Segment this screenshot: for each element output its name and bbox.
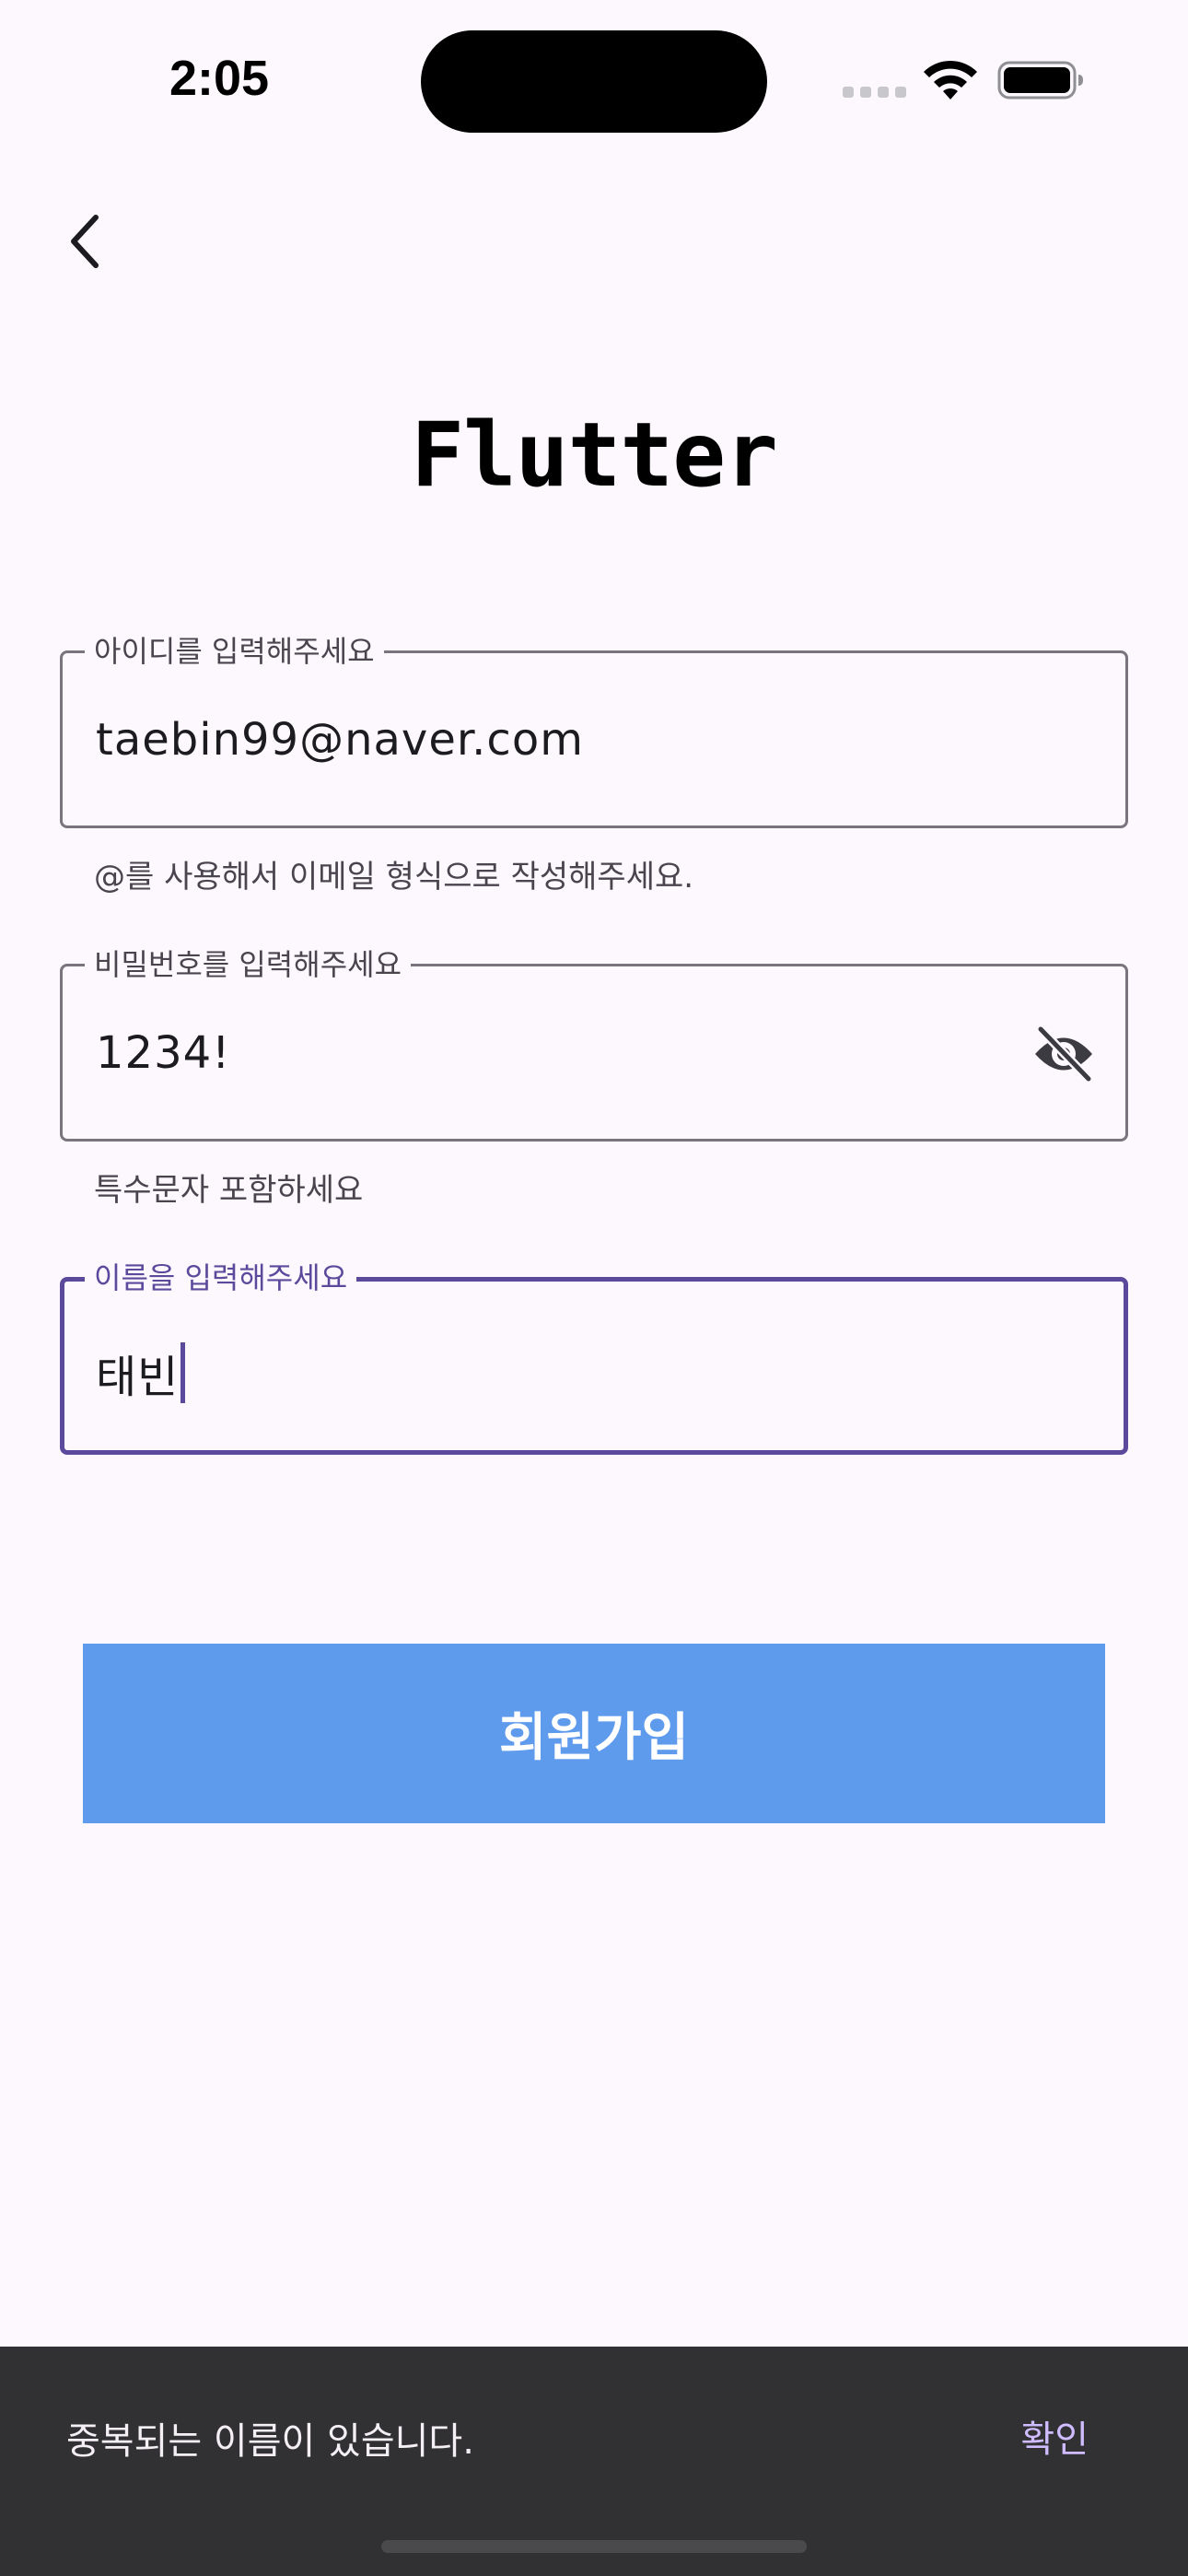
password-field-label: 비밀번호를 입력해주세요 — [85, 946, 412, 983]
name-field-value[interactable]: 태빈 — [96, 1341, 186, 1405]
name-field-text: 태빈 — [96, 1352, 180, 1403]
battery-icon — [997, 61, 1083, 100]
email-field-value[interactable]: taebin99@naver.com — [96, 714, 584, 766]
password-field[interactable]: 비밀번호를 입력해주세요 1234! — [60, 946, 1128, 1142]
email-helper-text: @를 사용해서 이메일 형식으로 작성해주세요. — [94, 859, 694, 896]
dynamic-island — [421, 30, 767, 133]
status-time: 2:05 — [169, 51, 270, 106]
cellular-signal-icon — [843, 87, 907, 98]
text-cursor — [181, 1342, 186, 1403]
home-indicator[interactable] — [381, 2540, 807, 2553]
email-field-label: 아이디를 입력해주세요 — [85, 633, 384, 670]
name-field[interactable]: 이름을 입력해주세요 태빈 — [60, 1259, 1128, 1455]
password-field-value[interactable]: 1234! — [96, 1027, 230, 1079]
email-field[interactable]: 아이디를 입력해주세요 taebin99@naver.com — [60, 633, 1128, 828]
visibility-off-icon[interactable] — [1031, 1025, 1096, 1083]
name-field-label: 이름을 입력해주세요 — [85, 1259, 357, 1296]
app-title: Flutter — [411, 404, 778, 507]
back-button[interactable] — [48, 205, 122, 278]
password-helper-text: 특수문자 포함하세요 — [94, 1172, 364, 1209]
signup-button[interactable]: 회원가입 — [83, 1644, 1105, 1823]
chevron-left-icon — [71, 215, 99, 268]
wifi-icon — [924, 60, 977, 100]
snackbar-message: 중복되는 이름이 있습니다. — [66, 2420, 474, 2463]
snackbar-confirm-button[interactable]: 확인 — [1020, 2409, 1089, 2463]
